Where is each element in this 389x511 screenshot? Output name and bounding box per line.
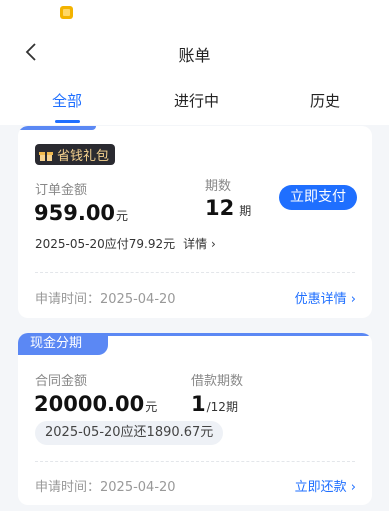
contract-amount-value: 20000.00 xyxy=(34,392,145,416)
due-note-text: 2025-05-20应付79.92元 xyxy=(35,237,176,251)
periods-label: 期数 xyxy=(205,179,232,194)
bill-card-cash-installment: 现金分期 合同金额 20000.00元 借款期数 1/12期 2025-05-2… xyxy=(18,333,372,505)
bill-due-note: 2025-05-20应付79.92元 详情 › xyxy=(35,235,216,252)
loan-periods: 1/12期 xyxy=(191,392,238,416)
loan-periods-label: 借款期数 xyxy=(191,374,244,389)
card-top-accent xyxy=(18,126,96,130)
card-divider xyxy=(35,272,355,273)
order-amount-value: 959.00 xyxy=(34,201,116,225)
gift-package-badge: 省钱礼包 xyxy=(35,144,116,165)
order-amount-unit: 元 xyxy=(116,209,129,223)
repay-now-link[interactable]: 立即还款 › xyxy=(295,476,356,495)
repayment-due-note: 2025-05-20应还1890.67元 xyxy=(35,421,224,445)
bill-card-installment: 省钱礼包 订单金额 959.00元 期数 12 期 立即支付 2025-05-20… xyxy=(18,126,372,318)
card-divider xyxy=(35,461,355,462)
details-link-label: 详情 xyxy=(183,237,208,251)
gift-icon xyxy=(39,151,53,161)
order-amount: 959.00元 xyxy=(34,201,128,225)
apply-time: 申请时间：2025-04-20 xyxy=(35,480,176,495)
chevron-right-icon: › xyxy=(350,480,356,495)
chevron-right-icon: › xyxy=(210,237,216,251)
pay-now-button[interactable]: 立即支付 xyxy=(279,185,357,210)
app-notification-icon xyxy=(60,6,73,19)
periods-value: 12 xyxy=(205,196,235,220)
chevron-right-icon: › xyxy=(350,292,356,307)
contract-amount-label: 合同金额 xyxy=(35,374,88,389)
periods-unit: 期 xyxy=(239,204,252,218)
cash-installment-tag: 现金分期 xyxy=(18,333,108,355)
tab-bar: 全部 进行中 历史 xyxy=(0,90,389,120)
tab-history[interactable]: 历史 xyxy=(310,90,340,111)
tab-all[interactable]: 全部 xyxy=(52,90,82,111)
discount-details-link[interactable]: 优惠详情 › xyxy=(295,288,356,307)
top-bar: 账单 全部 进行中 历史 xyxy=(0,0,389,125)
apply-time: 申请时间：2025-04-20 xyxy=(35,292,176,307)
discount-details-label: 优惠详情 xyxy=(294,292,347,307)
tab-in-progress[interactable]: 进行中 xyxy=(174,90,219,111)
card-top-accent xyxy=(96,333,372,336)
contract-amount: 20000.00元 xyxy=(34,392,157,416)
periods: 12 期 xyxy=(205,196,251,220)
order-amount-label: 订单金额 xyxy=(35,183,88,198)
active-tab-indicator xyxy=(55,120,80,123)
contract-amount-unit: 元 xyxy=(145,400,158,414)
details-link[interactable]: 详情 › xyxy=(183,237,216,251)
repay-now-label: 立即还款 xyxy=(294,480,347,495)
total-period: /12期 xyxy=(206,400,238,414)
page-title: 账单 xyxy=(178,46,211,65)
gift-package-label: 省钱礼包 xyxy=(57,149,110,164)
current-period: 1 xyxy=(191,392,206,416)
